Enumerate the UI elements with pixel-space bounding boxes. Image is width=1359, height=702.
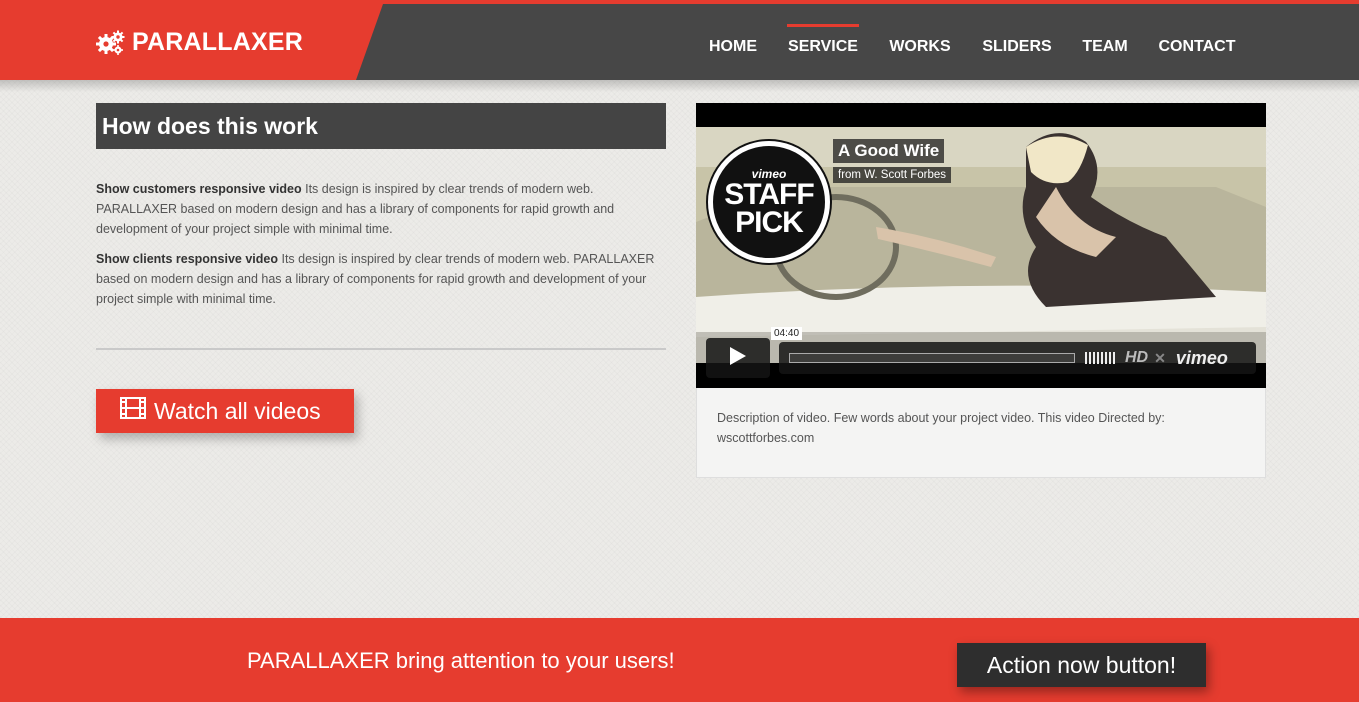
vimeo-logo[interactable]: vimeo	[1176, 348, 1228, 369]
watch-all-videos-button[interactable]: Watch all videos	[96, 389, 354, 433]
cta-banner: PARALLAXER bring attention to your users…	[0, 618, 1359, 702]
logo-text: PARALLAXER	[132, 27, 303, 56]
nav-works[interactable]: WORKS	[889, 24, 951, 70]
video-title[interactable]: A Good Wife	[833, 139, 945, 163]
watch-all-videos-label: Watch all videos	[154, 397, 321, 424]
progress-bar[interactable]	[789, 353, 1075, 363]
section-title: How does this work	[96, 103, 666, 149]
staff-pick-text-2: PICK	[735, 206, 804, 239]
nav-home[interactable]: HOME	[709, 24, 757, 70]
paragraph-1-bold: Show customers responsive video	[96, 182, 302, 196]
nav-service[interactable]: SERVICE	[787, 24, 859, 70]
video-byline[interactable]: from W. Scott Forbes	[833, 167, 951, 183]
control-bar: 04:40 HD ✕ vimeo	[771, 327, 1256, 374]
play-button[interactable]	[706, 338, 770, 378]
paragraph-2-bold: Show clients responsive video	[96, 252, 279, 266]
cta-text: PARALLAXER bring attention to your users…	[247, 648, 675, 673]
nav-contact[interactable]: CONTACT	[1157, 24, 1237, 70]
player-controls: 04:40 HD ✕ vimeo	[706, 327, 1256, 379]
hd-button[interactable]: HD	[1125, 349, 1148, 367]
divider	[96, 348, 666, 350]
volume-control[interactable]	[1085, 352, 1115, 364]
film-icon	[120, 397, 146, 425]
nav-team[interactable]: TEAM	[1082, 24, 1127, 70]
logo[interactable]: PARALLAXER	[96, 26, 303, 58]
video-description: Description of video. Few words about yo…	[696, 388, 1266, 478]
gears-icon	[96, 29, 126, 55]
play-icon	[729, 346, 747, 371]
paragraph-1: Show customers responsive video Its desi…	[96, 179, 656, 239]
timecode: 04:40	[771, 327, 803, 340]
staff-pick-badge[interactable]: vimeo STAFF PICK	[708, 141, 830, 263]
action-now-button[interactable]: Action now button!	[957, 643, 1206, 687]
video-player[interactable]: vimeo STAFF PICK A Good Wife from W. Sco…	[696, 103, 1266, 388]
nav-sliders[interactable]: SLIDERS	[982, 24, 1052, 70]
paragraph-2: Show clients responsive video Its design…	[96, 249, 656, 309]
header-shadow	[0, 80, 1359, 92]
fullscreen-icon[interactable]: ✕	[1154, 350, 1166, 367]
staff-pick-text-1: STAFF	[724, 178, 814, 211]
